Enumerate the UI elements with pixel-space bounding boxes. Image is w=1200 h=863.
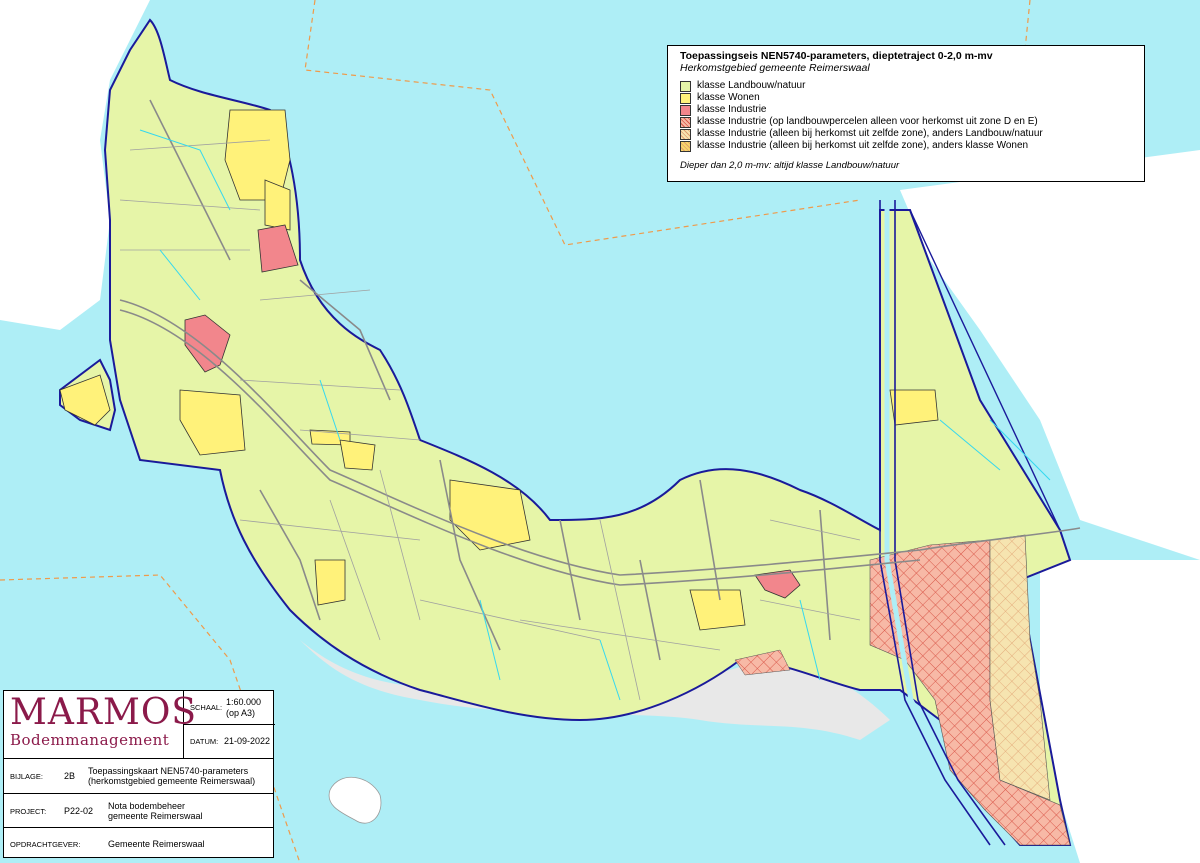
project-description-1: Nota bodembeheer: [108, 801, 186, 811]
opdrachtgever-row: OPDRACHTGEVER: Gemeente Reimerswaal: [4, 827, 273, 858]
legend-subtitle: Herkomstgebied gemeente Reimerswaal: [680, 62, 870, 74]
legend-swatch: [680, 104, 691, 116]
bijlage-row: BIJLAGE: 2B Toepassingskaart NEN5740-par…: [4, 758, 273, 793]
title-block: MARMOS Bodemmanagement SCHAAL: 1:60.000 …: [3, 690, 275, 858]
project-row: PROJECT: P22-02 Nota bodembeheer gemeent…: [4, 793, 273, 827]
legend-item-label: klasse Industrie (alleen bij herkomst ui…: [697, 140, 1029, 151]
legend-swatch: [680, 80, 691, 92]
legend-item-wonen: klasse Wonen: [680, 92, 1138, 104]
project-code: P22-02: [64, 806, 94, 816]
legend-item-industrie-else-landbouw: klasse Industrie (alleen bij herkomst ui…: [680, 128, 1138, 140]
schaal-label: SCHAAL:: [190, 703, 223, 712]
legend-item-label: klasse Landbouw/natuur: [697, 80, 806, 91]
bijlage-description-1: Toepassingskaart NEN5740-parameters: [88, 766, 249, 776]
legend-item-label: klasse Wonen: [697, 92, 760, 103]
legend-swatch: [680, 140, 691, 152]
legend-item-industrie-landbouw-zone: klasse Industrie (op landbouwpercelen al…: [680, 116, 1138, 128]
datum-value: 21-09-2022: [224, 736, 271, 746]
company-logo: MARMOS Bodemmanagement: [4, 691, 196, 758]
opdrachtgever-value: Gemeente Reimerswaal: [108, 839, 205, 849]
legend-swatch: [680, 128, 691, 140]
map-sheet: Toepassingseis NEN5740-parameters, diept…: [0, 0, 1200, 863]
datum-cell: DATUM: 21-09-2022: [184, 725, 275, 758]
legend-item-landbouw: klasse Landbouw/natuur: [680, 80, 1138, 92]
legend-item-industrie: klasse Industrie: [680, 104, 1138, 116]
bijlage-description-2: (herkomstgebied gemeente Reimerswaal): [88, 776, 256, 786]
logo-main-text: MARMOS: [10, 692, 198, 733]
map-legend: Toepassingseis NEN5740-parameters, diept…: [667, 45, 1145, 182]
legend-swatch: [680, 92, 691, 104]
schaal-value: 1:60.000: [226, 697, 262, 707]
legend-swatch: [680, 116, 691, 128]
bijlage-label: BIJLAGE:: [10, 772, 43, 781]
opdrachtgever-label: OPDRACHTGEVER:: [10, 840, 81, 849]
project-label: PROJECT:: [10, 807, 47, 816]
schaal-note: (op A3): [226, 708, 256, 718]
project-description-2: gemeente Reimerswaal: [108, 811, 203, 821]
legend-title: Toepassingseis NEN5740-parameters, diept…: [680, 50, 993, 62]
schaal-cell: SCHAAL: 1:60.000 (op A3): [184, 691, 275, 725]
legend-item-label: klasse Industrie (alleen bij herkomst ui…: [697, 128, 1043, 139]
legend-item-label: klasse Industrie: [697, 104, 767, 115]
legend-note: Dieper dan 2,0 m-mv: altijd klasse Landb…: [680, 160, 900, 171]
bijlage-code: 2B: [64, 771, 76, 781]
legend-item-label: klasse Industrie (op landbouwpercelen al…: [697, 116, 1038, 127]
legend-item-industrie-else-wonen: klasse Industrie (alleen bij herkomst ui…: [680, 140, 1138, 152]
datum-label: DATUM:: [190, 737, 219, 746]
logo-sub-text: Bodemmanagement: [10, 731, 170, 749]
